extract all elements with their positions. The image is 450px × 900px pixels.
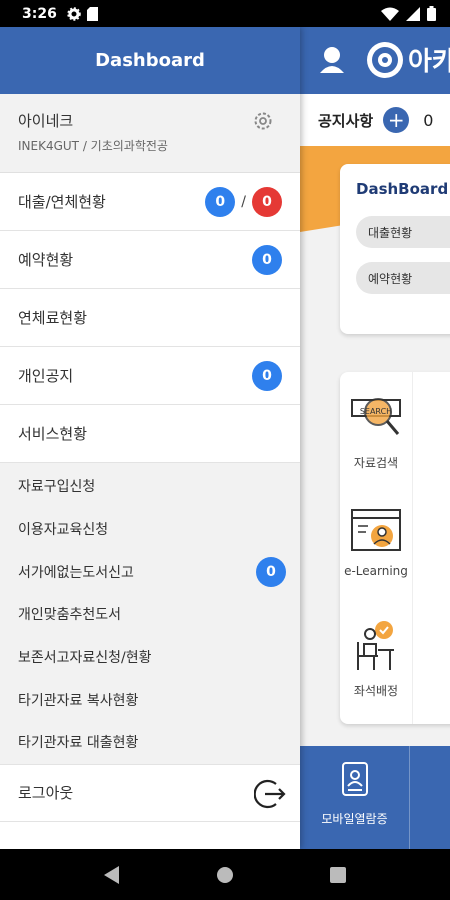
badge-separator: / [241,193,246,210]
wifi-icon [381,7,399,21]
menu-divider [412,372,413,724]
submenu-label: 보존서고자료신청/현황 [18,650,152,667]
submenu-label: 개인맞춤추천도서 [18,607,122,624]
submenu-label: 타기관자료 복사현황 [18,692,139,709]
sd-card-icon [86,6,98,21]
submenu-storage-request[interactable]: 보존서고자료신청/현황 [0,636,300,679]
user-icon[interactable] [318,45,346,75]
logout-label: 로그아웃 [18,784,74,803]
status-time: 3:26 [22,5,57,22]
submenu-missing-book-report[interactable]: 서가에없는도서신고 0 [0,550,300,593]
battery-icon [427,6,436,21]
menu-reservation-label: 예약현황 [18,251,74,269]
menu-overdue-fee[interactable]: 연체료현황 [0,289,300,347]
submenu-recommended-books[interactable]: 개인맞춤추천도서 [0,593,300,636]
back-icon[interactable] [104,865,120,884]
tab-mobile-card[interactable]: 모바일열람증 [300,746,410,849]
recents-icon[interactable] [330,866,346,883]
submenu-label: 이용자교육신청 [18,522,109,539]
tab-mobile-card-label: 모바일열람증 [321,812,388,826]
submenu-label: 서가에없는도서신고 [18,564,134,581]
menu-personal-notice[interactable]: 개인공지 0 [0,347,300,405]
bottom-tab-bar: 모바일열람증 [300,746,450,849]
menu-personal-notice-label: 개인공지 [18,367,74,385]
menu-card: SEARCH 자료검색 e-Learning 좌석배정 [340,372,450,724]
submenu-label: 타기관자료 대출현황 [18,735,139,752]
system-navigation-bar [0,849,450,900]
signal-icon [406,6,420,21]
loan-overdue-badges: 0 / 0 [205,186,282,217]
menu-loan-overdue-label: 대출/연체현황 [18,193,106,211]
reservation-count-badge: 0 [252,244,282,275]
logo-text: 아카 [408,47,450,77]
add-notice-button[interactable]: + [383,107,410,133]
submenu-purchase-request[interactable]: 자료구입신청 [0,465,300,508]
notice-bar: 공지사항 + 0 [300,94,450,146]
profile-name: 아이네크 [18,112,74,130]
menu-service-status-label: 서비스현황 [18,425,88,443]
mobile-card-icon [341,762,368,796]
seat-icon [357,621,394,670]
logout-icon [254,779,286,808]
status-bar: 3:26 [0,0,450,27]
logout-button[interactable]: 로그아웃 [0,763,300,822]
menu-label-seat: 좌석배정 [353,684,399,698]
service-submenu: 자료구입신청 이용자교육신청 서가에없는도서신고 0 개인맞춤추천도서 보존서고… [0,463,300,764]
home-icon[interactable] [216,866,234,884]
loan-status-pill[interactable]: 대출현황 [356,216,450,248]
reserve-status-pill[interactable]: 예약현황 [356,262,450,294]
submenu-ill-copy-status[interactable]: 타기관자료 복사현황 [0,678,300,721]
menu-service-status[interactable]: 서비스현황 [0,405,300,463]
menu-reservation[interactable]: 예약현황 0 [0,231,300,289]
submenu-ill-loan-status[interactable]: 타기관자료 대출현황 [0,721,300,764]
notice-title: 공지사항 [318,111,374,130]
profile-section: 아이네크 INEK4GUT / 기초의과학전공 [0,94,300,173]
menu-overdue-fee-label: 연체료현황 [18,309,88,327]
overdue-count-badge: 0 [252,186,282,217]
university-logo-icon [367,42,403,78]
profile-id-major: INEK4GUT / 기초의과학전공 [18,139,168,153]
navigation-drawer: Dashboard 아이네크 INEK4GUT / 기초의과학전공 대출/연체현… [0,27,300,849]
menu-item-search[interactable]: SEARCH 자료검색 [340,392,412,471]
submenu-label: 자료구입신청 [18,479,96,496]
menu-label-elearning: e-Learning [344,564,408,578]
menu-item-elearning[interactable]: e-Learning [340,508,412,578]
settings-notification-icon [67,6,81,21]
dashboard-card-title: DashBoard [356,180,449,198]
menu-loan-overdue[interactable]: 대출/연체현황 0 / 0 [0,173,300,231]
missing-book-count-badge: 0 [256,556,286,587]
drawer-title: Dashboard [0,27,300,94]
gear-icon[interactable] [252,110,274,132]
search-icon: SEARCH [351,398,401,435]
personal-notice-count-badge: 0 [252,360,282,391]
menu-item-seat[interactable]: 좌석배정 [340,620,412,699]
menu-label-search: 자료검색 [353,456,399,470]
elearning-icon [351,509,401,551]
dashboard-card: DashBoard 대출현황 예약현황 [340,164,450,334]
notice-count: 0 [423,110,434,130]
submenu-user-education[interactable]: 이용자교육신청 [0,508,300,551]
search-icon-text: SEARCH [360,407,392,416]
loan-count-badge: 0 [205,186,236,217]
